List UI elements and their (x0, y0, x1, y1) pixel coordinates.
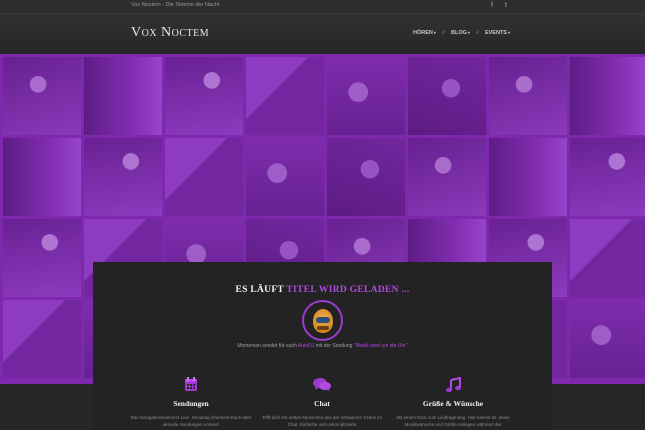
chat-bubble-icon (260, 377, 384, 393)
site-header: Vox Noctem HÖREN▾ // BLOG▾ // EVENTS▾ (0, 14, 645, 54)
feature-title: Grüße & Wünsche (422, 399, 484, 408)
show-link[interactable]: "Musik rund um die Uhr" (354, 343, 408, 349)
nav-item-label: BLOG (451, 30, 467, 36)
now-playing-info: Momentan sendet für euch AutoDJ mit der … (93, 343, 552, 349)
feature-text: Trifft dich mit netten Menschen aus der … (261, 415, 383, 427)
music-note-icon (391, 377, 515, 393)
feature-title: Sendungen (173, 399, 209, 408)
chevron-down-icon: ▾ (507, 30, 510, 35)
dj-link[interactable]: AutoDJ (298, 343, 314, 349)
now-playing-text: mit der Sendung (315, 343, 353, 349)
nav-item-hoeren[interactable]: HÖREN▾ (413, 30, 436, 36)
site-logo[interactable]: Vox Noctem (131, 25, 209, 41)
main-nav: HÖREN▾ // BLOG▾ // EVENTS▾ (413, 30, 510, 36)
now-playing-title: TITEL WIRD GELADEN ... (286, 285, 410, 295)
nav-separator: // (475, 30, 479, 36)
robot-visor (316, 317, 330, 323)
nav-item-label: EVENTS (484, 30, 507, 36)
nav-item-label: HÖREN (413, 30, 433, 36)
feature-title: Chat (314, 399, 330, 408)
nav-separator: // (441, 30, 445, 36)
feature-text: Das Navigationselement Live- Sendung inf… (130, 415, 252, 427)
feature-gruesse-wuensche[interactable]: Grüße & Wünsche Mit einem Klick zum Lied… (391, 377, 515, 428)
radio-panel: ES LÄUFT TITEL WIRD GELADEN ... Momentan… (93, 262, 552, 430)
dj-avatar (302, 300, 343, 341)
now-playing-text: Momentan sendet für euch (237, 343, 297, 349)
calendar-icon (129, 377, 253, 393)
chevron-down-icon: ▾ (467, 30, 470, 35)
now-playing-heading: ES LÄUFT TITEL WIRD GELADEN ... (93, 285, 552, 295)
chevron-down-icon: ▾ (433, 30, 436, 35)
feature-sendungen[interactable]: Sendungen Das Navigationselement Live- S… (129, 377, 253, 428)
facebook-icon[interactable]: f (491, 2, 493, 9)
top-bar: Vox Noctem - Die Stimme der Nacht f t (0, 0, 645, 14)
nav-item-blog[interactable]: BLOG▾ (451, 30, 470, 36)
robot-mouth (317, 326, 329, 330)
now-playing-prefix: ES LÄUFT (235, 285, 284, 295)
feature-chat[interactable]: Chat Trifft dich mit netten Menschen aus… (260, 377, 384, 428)
twitter-icon[interactable]: t (505, 2, 507, 9)
site-tagline: Vox Noctem - Die Stimme der Nacht (131, 2, 220, 8)
feature-text: Mit einem Klick zum Liedfragmang. Hier k… (396, 415, 510, 427)
nav-item-events[interactable]: EVENTS▾ (485, 30, 510, 36)
